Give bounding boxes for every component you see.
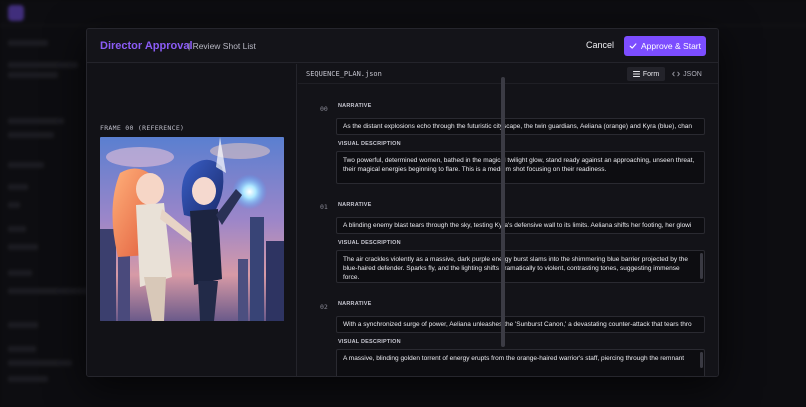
modal-title: Director Approval	[100, 40, 193, 52]
modal-subtitle: | Review Shot List	[188, 41, 256, 51]
visual-description-input[interactable]: The air crackles violently as a massive,…	[336, 250, 705, 283]
editor-toolbar: SEQUENCE_PLAN.json Form JSON	[298, 64, 718, 84]
form-view-toggle[interactable]: Form	[627, 67, 665, 81]
cancel-button[interactable]: Cancel	[586, 40, 614, 50]
visual-description-input[interactable]: A massive, blinding golden torrent of en…	[336, 349, 705, 376]
frames-list[interactable]: 00 NARRATIVE As the distant explosions e…	[298, 85, 718, 376]
form-view-label: Form	[642, 70, 660, 78]
file-name: SEQUENCE_PLAN.json	[306, 70, 382, 78]
list-icon	[632, 71, 640, 77]
reference-frame-label: FRAME 00 (REFERENCE)	[100, 124, 185, 132]
visual-description-input[interactable]: Two powerful, determined women, bathed i…	[336, 151, 705, 184]
director-approval-modal: Director Approval | Review Shot List Can…	[86, 28, 719, 377]
narrative-label: NARRATIVE	[338, 301, 372, 307]
modal-header: Director Approval | Review Shot List Can…	[87, 29, 718, 63]
narrative-label: NARRATIVE	[338, 202, 372, 208]
visual-description-label: VISUAL DESCRIPTION	[338, 141, 401, 147]
narrative-input[interactable]: As the distant explosions echo through t…	[336, 118, 705, 135]
json-view-toggle[interactable]: JSON	[669, 67, 705, 81]
frame-number: 01	[320, 203, 328, 211]
visual-description-label: VISUAL DESCRIPTION	[338, 240, 401, 246]
approve-start-button[interactable]: Approve & Start	[624, 36, 706, 56]
visual-description-label: VISUAL DESCRIPTION	[338, 339, 401, 345]
background-logo-icon	[8, 5, 24, 21]
visual-description-text: The air crackles violently as a massive,…	[343, 256, 689, 282]
frames-scrollbar[interactable]	[501, 77, 505, 347]
textarea-scrollbar[interactable]	[700, 352, 703, 368]
sequence-plan-panel: SEQUENCE_PLAN.json Form JSON 00 NARRATIV…	[298, 64, 718, 376]
check-icon	[629, 43, 637, 49]
narrative-input[interactable]: With a synchronized surge of power, Aeli…	[336, 316, 705, 333]
background-sidebar	[0, 26, 92, 407]
reference-panel: FRAME 00 (REFERENCE)	[87, 64, 297, 376]
visual-description-text: A massive, blinding golden torrent of en…	[343, 355, 685, 362]
approve-start-label: Approve & Start	[640, 41, 701, 51]
json-view-label: JSON	[683, 70, 702, 78]
narrative-input[interactable]: A blinding enemy blast tears through the…	[336, 217, 705, 234]
narrative-label: NARRATIVE	[338, 103, 372, 109]
frame-number: 00	[320, 105, 328, 113]
background-topbar	[0, 0, 806, 26]
reference-frame-image	[100, 137, 284, 321]
textarea-scrollbar[interactable]	[700, 253, 703, 279]
frame-number: 02	[320, 303, 328, 311]
code-icon	[672, 71, 681, 77]
